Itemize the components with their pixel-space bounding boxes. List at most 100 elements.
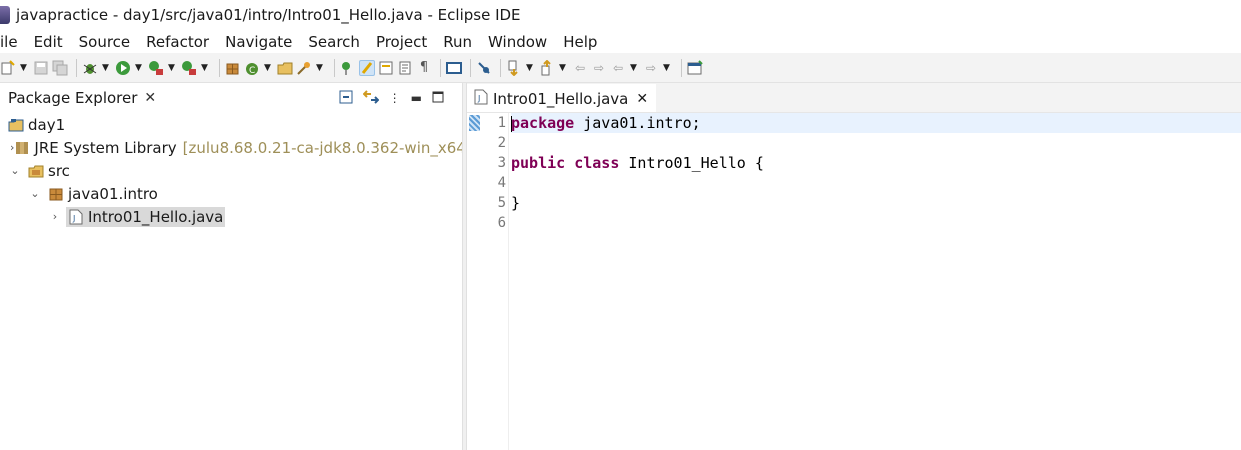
toolbar-separator [334,58,335,77]
tree-item-package[interactable]: ⌄ java01.intro [0,182,462,205]
menu-file[interactable]: ile [0,33,26,51]
current-line-marker [469,115,480,131]
toolbar-separator [470,58,471,77]
save-all-icon[interactable] [52,60,68,76]
tree-item-src[interactable]: ⌄ src [0,159,462,182]
line-number: 6 [497,215,506,231]
package-explorer-panel: Package Explorer ✕ ⋮ ▬ day1 › JRE System… [0,83,472,450]
back-icon[interactable]: ⇦ [610,60,626,76]
new-java-package-icon[interactable] [225,60,241,76]
chevron-down-icon[interactable]: ▼ [629,60,638,76]
toolbar-separator [219,58,220,77]
last-edit-location-icon[interactable]: ⇨ [591,60,607,76]
keyword-token: package [511,114,575,132]
run-icon[interactable] [115,60,131,76]
chevron-down-icon[interactable]: ▼ [315,60,324,76]
chevron-down-icon[interactable]: ▼ [134,60,143,76]
view-toolbar: ⋮ ▬ [329,89,444,107]
code-line[interactable]: public class Intro01_Hello { [511,153,1241,173]
view-menu-icon[interactable]: ⋮ [389,91,401,105]
code-token: } [511,194,521,212]
chevron-right-icon[interactable]: › [50,210,60,223]
show-whitespace-icon[interactable]: ¶ [416,60,432,76]
close-icon[interactable]: ✕ [636,91,648,107]
toggle-breadcrumb-icon[interactable] [340,60,356,76]
code-text-area[interactable]: package java01.intro; public class Intro… [511,113,1241,450]
chevron-down-icon[interactable]: ▼ [167,60,176,76]
svg-text:C: C [249,66,255,76]
console-icon[interactable] [446,60,462,76]
close-icon[interactable]: ✕ [144,90,156,106]
menu-help[interactable]: Help [555,33,605,51]
chevron-down-icon[interactable]: ⌄ [30,187,40,200]
line-number: 5 [497,195,506,211]
annotation-ruler [467,113,480,450]
tree-item-java-file[interactable]: › J Intro01_Hello.java [0,205,462,228]
java-file-icon: J [68,209,84,225]
search-icon[interactable] [296,60,312,76]
menu-edit[interactable]: Edit [26,33,71,51]
code-token: Intro01_Hello { [619,154,764,172]
editor-tab-intro01-hello[interactable]: J Intro01_Hello.java ✕ [467,84,657,112]
menu-project[interactable]: Project [368,33,435,51]
chevron-down-icon[interactable]: ▼ [101,60,110,76]
eclipse-app-icon [0,6,10,24]
code-line[interactable] [511,173,1241,193]
chevron-down-icon[interactable]: ▼ [558,60,567,76]
chevron-down-icon[interactable]: ▼ [19,60,28,76]
next-annotation-icon[interactable] [506,60,522,76]
chevron-down-icon[interactable]: ▼ [263,60,272,76]
menu-search[interactable]: Search [300,33,368,51]
title-bar: javapractice - day1/src/java01/intro/Int… [0,0,1241,30]
save-icon[interactable] [33,60,49,76]
forward-icon[interactable]: ⇨ [643,60,659,76]
previous-annotation-icon[interactable] [539,59,555,76]
project-icon [8,117,24,133]
new-icon[interactable] [0,59,16,76]
menu-source[interactable]: Source [71,33,139,51]
svg-text:J: J [72,214,75,223]
package-explorer-tab[interactable]: Package Explorer [8,89,137,107]
line-number: 1 [497,115,506,131]
line-number: 2 [497,135,506,151]
external-tools-icon[interactable] [181,60,197,76]
toolbar-separator [440,58,441,77]
tree-item-jre-library[interactable]: › JRE System Library [zulu8.68.0.21-ca-j… [0,136,472,159]
chevron-down-icon[interactable]: ▼ [200,60,209,76]
open-type-icon[interactable] [277,60,293,76]
collapse-all-icon[interactable] [339,90,353,107]
menu-refactor[interactable]: Refactor [138,33,217,51]
menu-navigate[interactable]: Navigate [217,33,300,51]
chevron-down-icon[interactable]: ▼ [662,60,671,76]
tree-item-label: day1 [28,115,66,134]
tree-item-project[interactable]: day1 [0,113,462,136]
code-line[interactable] [511,213,1241,233]
pin-icon[interactable] [476,60,492,76]
menu-run[interactable]: Run [435,33,480,51]
last-edit-location-icon[interactable]: ⇦ [572,60,588,76]
code-line[interactable]: } [511,193,1241,213]
chevron-down-icon[interactable]: ▼ [525,60,534,76]
coverage-icon[interactable] [148,60,164,76]
mark-occurrences-icon[interactable] [359,59,375,76]
code-line[interactable] [511,133,1241,153]
block-selection-icon[interactable] [378,60,394,76]
package-explorer-tabbar: Package Explorer ✕ ⋮ ▬ [0,83,462,113]
open-perspective-icon[interactable] [687,59,703,76]
toolbar-separator [76,58,77,77]
line-number: 3 [497,155,506,171]
menu-window[interactable]: Window [480,33,555,51]
new-java-class-icon[interactable]: C [244,60,260,76]
word-wrap-icon[interactable] [397,60,413,76]
minimize-icon[interactable]: ▬ [411,91,422,105]
library-icon [14,140,30,156]
debug-icon[interactable] [82,60,98,76]
maximize-icon[interactable] [432,91,444,106]
chevron-down-icon[interactable]: ⌄ [10,164,20,177]
tree-item-label: java01.intro [68,184,158,203]
code-line[interactable]: package java01.intro; [511,113,1241,133]
editor-area: J Intro01_Hello.java ✕ 1 2 3 4 5 6 packa… [467,83,1241,450]
tree-item-label: Intro01_Hello.java [88,207,224,226]
link-with-editor-icon[interactable] [362,89,380,107]
selected-tree-item[interactable]: J Intro01_Hello.java [66,206,226,227]
